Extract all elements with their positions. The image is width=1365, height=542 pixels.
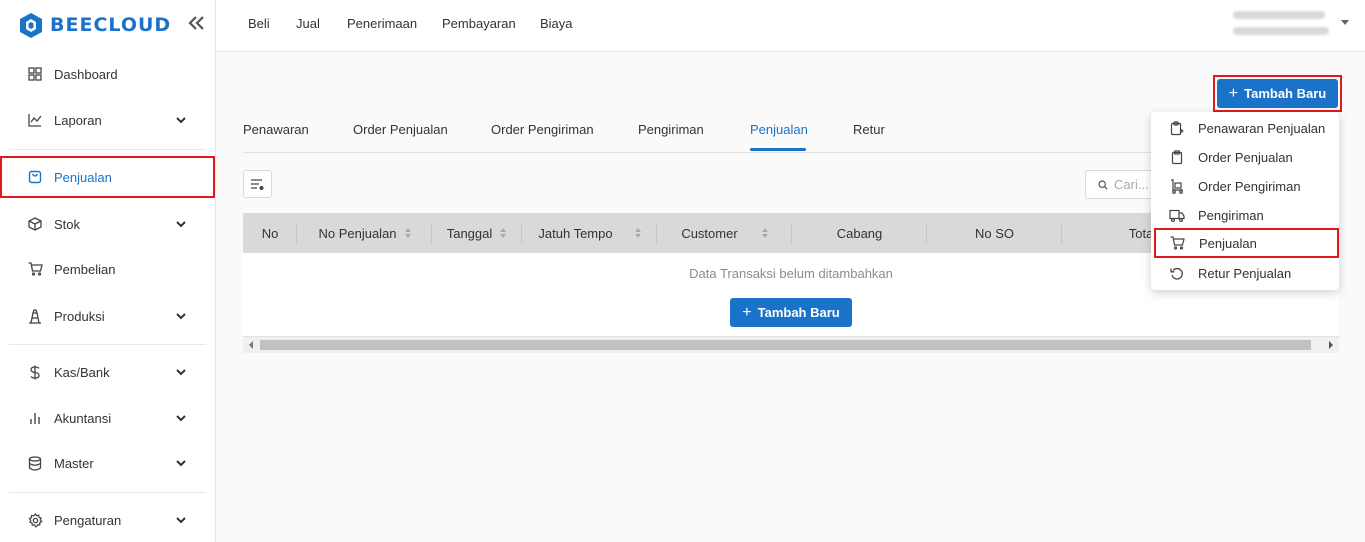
user-name-blurred xyxy=(1233,11,1325,19)
scroll-left-icon[interactable] xyxy=(249,341,253,349)
sidebar-item-laporan[interactable]: Laporan xyxy=(0,100,215,140)
nav-link-biaya[interactable]: Biaya xyxy=(540,16,573,31)
chevron-down-icon xyxy=(176,369,186,376)
column-header-jatuh-tempo[interactable]: Jatuh Tempo xyxy=(522,213,657,253)
clipboard-icon xyxy=(1169,150,1185,166)
horizontal-scrollbar[interactable] xyxy=(243,337,1339,353)
bag-icon xyxy=(27,169,43,185)
sidebar-item-master[interactable]: Master xyxy=(0,443,215,483)
user-email-blurred xyxy=(1233,27,1329,35)
column-header-no-penjualan[interactable]: No Penjualan xyxy=(297,213,432,253)
sort-icon[interactable] xyxy=(761,228,768,238)
add-new-button[interactable]: + Tambah Baru xyxy=(1217,79,1338,108)
double-chevron-left-icon[interactable] xyxy=(187,14,205,37)
cart-icon xyxy=(27,261,43,277)
database-icon xyxy=(27,455,43,471)
caret-down-icon[interactable] xyxy=(1341,20,1349,25)
menu-item-penawaran-penjualan[interactable]: Penawaran Penjualan xyxy=(1151,114,1339,143)
sidebar-item-label: Penjualan xyxy=(54,169,112,185)
column-settings-button[interactable] xyxy=(243,170,272,198)
nav-link-jual[interactable]: Jual xyxy=(296,16,320,31)
sidebar-item-pengaturan[interactable]: Pengaturan xyxy=(0,500,215,540)
sidebar-item-label: Stok xyxy=(54,216,81,232)
nav-link-beli[interactable]: Beli xyxy=(248,16,270,31)
cart-icon xyxy=(1169,235,1185,251)
scrollbar-thumb[interactable] xyxy=(260,340,1311,350)
hand-truck-icon xyxy=(1169,179,1185,195)
add-transaction-button[interactable]: + Tambah Baru xyxy=(730,298,852,327)
menu-item-order-penjualan[interactable]: Order Penjualan xyxy=(1151,143,1339,172)
chevron-down-icon xyxy=(176,460,186,467)
line-chart-icon xyxy=(27,112,43,128)
column-header-no: No xyxy=(261,225,279,241)
clipboard-plus-icon xyxy=(1169,121,1185,137)
add-new-dropdown-menu: Penawaran Penjualan Order Penjualan Orde… xyxy=(1151,112,1339,290)
add-new-highlight: + Tambah Baru xyxy=(1213,75,1342,112)
active-tab-indicator xyxy=(750,148,806,151)
column-settings-icon xyxy=(251,178,264,190)
menu-item-penjualan[interactable]: Penjualan xyxy=(1154,228,1339,258)
menu-item-order-pengiriman[interactable]: Order Pengiriman xyxy=(1151,172,1339,201)
brand-name: BEECLOUD xyxy=(50,14,172,36)
box-icon xyxy=(27,216,43,232)
bar-chart-icon xyxy=(27,410,43,426)
sidebar-item-label: Master xyxy=(54,455,94,471)
chevron-down-icon xyxy=(176,313,186,320)
sidebar-item-label: Akuntansi xyxy=(54,410,112,426)
sidebar-item-akuntansi[interactable]: Akuntansi xyxy=(0,398,215,438)
column-header-no-so: No SO xyxy=(974,225,1014,241)
search-icon xyxy=(1098,179,1108,190)
sidebar-item-label: Dashboard xyxy=(54,66,118,82)
sidebar-item-stok[interactable]: Stok xyxy=(0,204,215,244)
plus-icon: + xyxy=(1228,84,1239,102)
scroll-right-icon[interactable] xyxy=(1329,341,1333,349)
sidebar-item-pembelian[interactable]: Pembelian xyxy=(0,249,215,289)
column-header-cabang: Cabang xyxy=(836,225,883,241)
tab-penjualan[interactable]: Penjualan xyxy=(750,122,808,137)
logo-row: BEECLOUD xyxy=(0,0,215,50)
plus-icon: + xyxy=(742,303,752,321)
sidebar-item-label: Pembelian xyxy=(54,261,116,277)
sidebar-item-label: Pengaturan xyxy=(54,512,122,528)
menu-item-pengiriman[interactable]: Pengiriman xyxy=(1151,201,1339,230)
menu-item-retur-penjualan[interactable]: Retur Penjualan xyxy=(1151,259,1339,288)
sidebar-item-produksi[interactable]: Produksi xyxy=(0,296,215,336)
sidebar-item-label: Laporan xyxy=(54,112,102,128)
sidebar-item-kas-bank[interactable]: Kas/Bank xyxy=(0,352,215,392)
truck-icon xyxy=(1169,208,1185,224)
sidebar-item-label: Produksi xyxy=(54,308,105,324)
sidebar-item-dashboard[interactable]: Dashboard xyxy=(0,54,215,94)
sort-icon[interactable] xyxy=(634,228,641,238)
column-header-tanggal[interactable]: Tanggal xyxy=(432,213,521,253)
sidebar-item-label: Kas/Bank xyxy=(54,364,110,380)
divider xyxy=(9,149,206,150)
tab-order-penjualan[interactable]: Order Penjualan xyxy=(353,122,448,137)
divider xyxy=(9,344,206,345)
tab-retur[interactable]: Retur xyxy=(853,122,885,137)
tab-penawaran[interactable]: Penawaran xyxy=(243,122,309,137)
dollar-icon xyxy=(27,364,43,380)
chevron-down-icon xyxy=(176,117,186,124)
chevron-down-icon xyxy=(176,517,186,524)
undo-icon xyxy=(1169,266,1185,282)
chevron-down-icon xyxy=(176,415,186,422)
factory-icon xyxy=(27,308,43,324)
gear-icon xyxy=(27,512,43,528)
sort-icon[interactable] xyxy=(404,228,411,238)
nav-link-penerimaan[interactable]: Penerimaan xyxy=(347,16,417,31)
column-header-customer[interactable]: Customer xyxy=(657,213,792,253)
sidebar-item-penjualan[interactable]: Penjualan xyxy=(0,156,215,198)
chevron-down-icon xyxy=(176,221,186,228)
user-menu[interactable] xyxy=(1233,8,1329,35)
dashboard-grid-icon xyxy=(27,66,43,82)
beecloud-logo-icon xyxy=(18,11,44,39)
divider xyxy=(9,492,206,493)
top-navigation: Beli Jual Penerimaan Pembayaran Biaya xyxy=(216,0,1365,52)
sort-icon[interactable] xyxy=(500,228,507,238)
nav-link-pembayaran[interactable]: Pembayaran xyxy=(442,16,516,31)
sidebar: BEECLOUD Dashboard Laporan Penjualan Sto… xyxy=(0,0,216,542)
tab-pengiriman[interactable]: Pengiriman xyxy=(638,122,704,137)
tab-order-pengiriman[interactable]: Order Pengiriman xyxy=(491,122,594,137)
